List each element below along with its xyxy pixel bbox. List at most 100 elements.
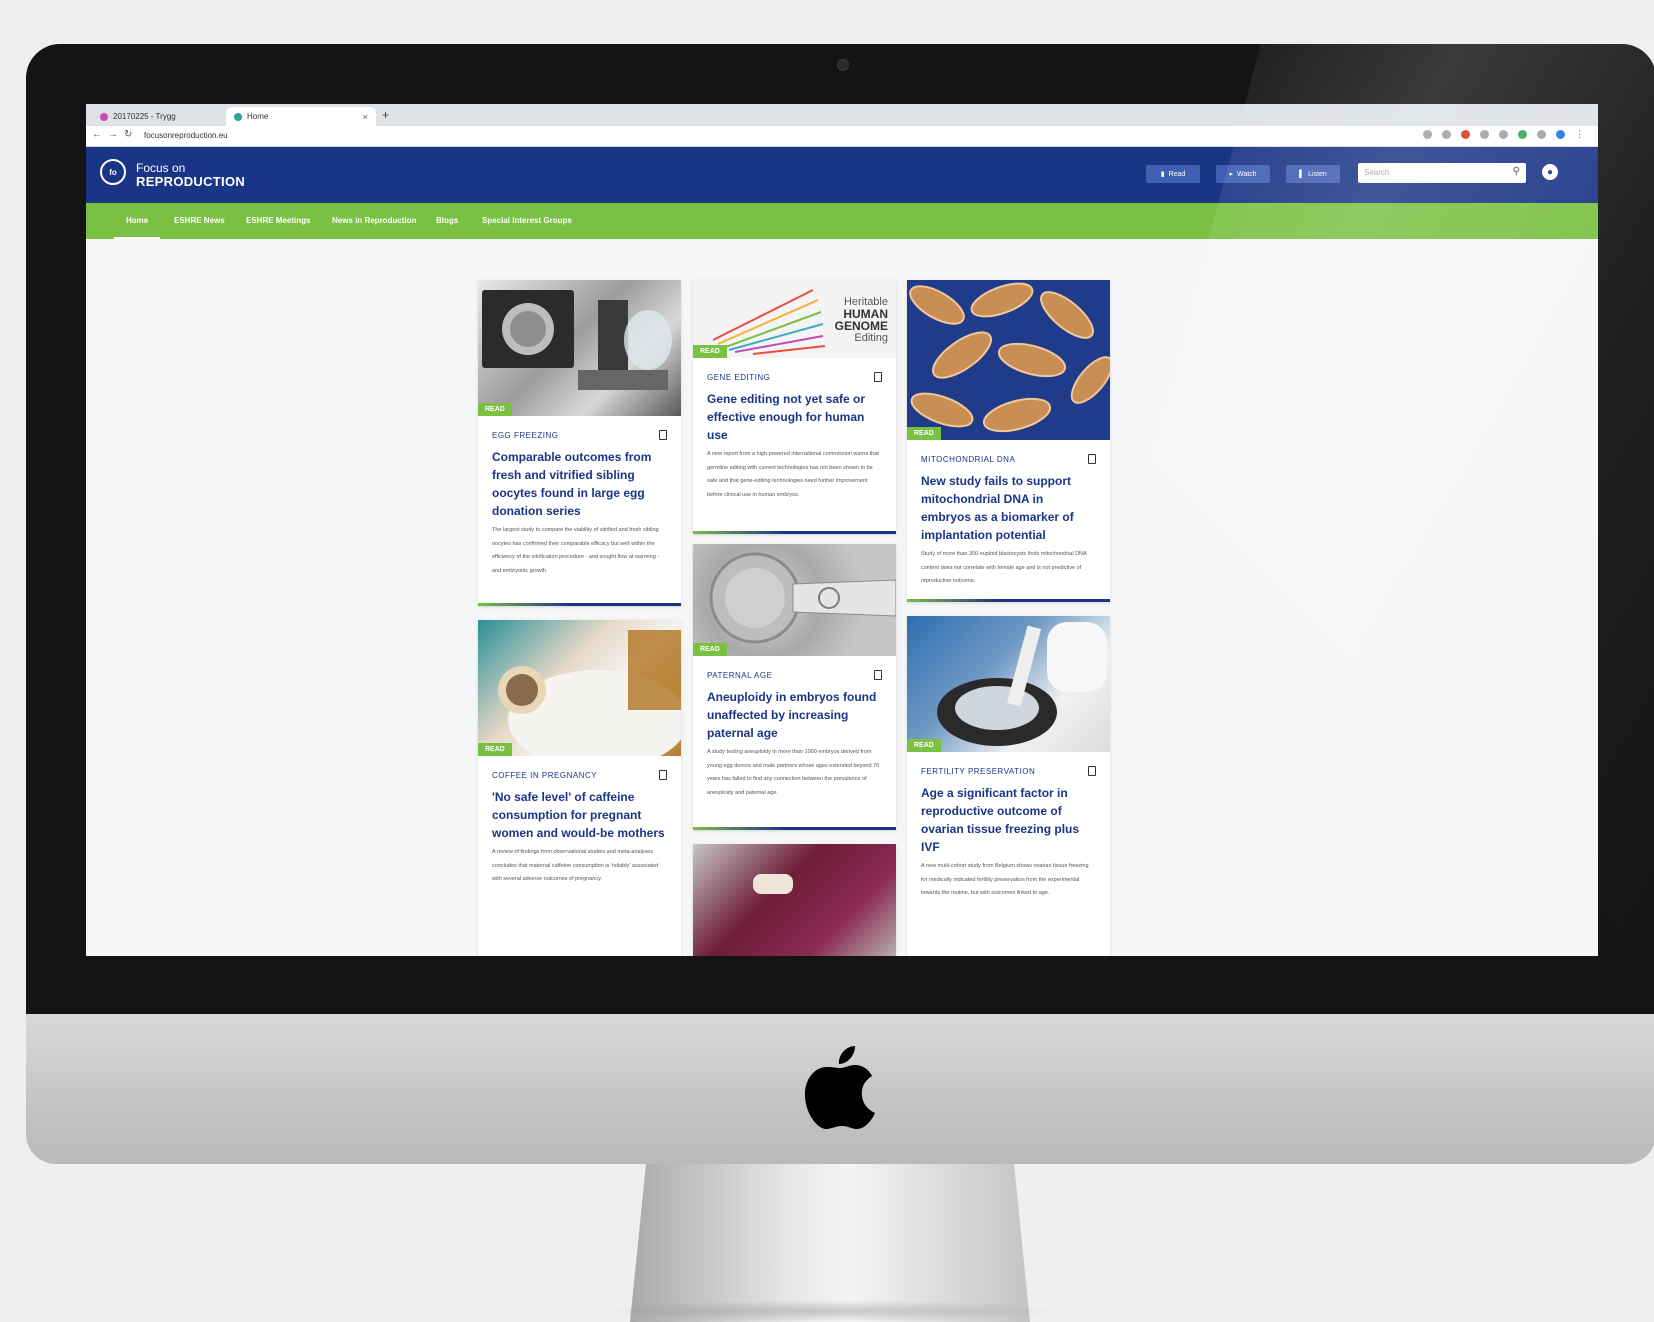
article-image[interactable]: Heritable HUMAN GENOME Editing READ	[693, 280, 896, 358]
logo-icon[interactable]: fo	[100, 159, 126, 185]
article-card[interactable]: READ FERTILITY PRESERVATION Age a signif…	[907, 616, 1110, 956]
nav-item-news-in-reproduction[interactable]: News in Reproduction	[332, 203, 416, 239]
card-title[interactable]: 'No safe level' of caffeine consumption …	[492, 788, 667, 842]
article-image[interactable]: READ	[907, 616, 1110, 752]
watch-button[interactable]: ▸ Watch	[1216, 165, 1270, 183]
card-category: COFFEE IN PREGNANCY	[492, 770, 667, 780]
extension-icon[interactable]	[1423, 130, 1432, 139]
site-header: fo Focus on REPRODUCTION ▮ Read ▸ Watch …	[86, 147, 1598, 203]
close-icon[interactable]: ×	[363, 112, 368, 122]
article-image[interactable]: READ	[907, 280, 1110, 440]
extension-icon[interactable]	[1537, 130, 1546, 139]
mitochondria-image	[909, 282, 1110, 433]
card-excerpt: A review of findings from observational …	[492, 849, 659, 882]
card-title[interactable]: Age a significant factor in reproductive…	[921, 784, 1096, 856]
read-badge: READ	[478, 403, 512, 416]
nav-item-home[interactable]: Home	[113, 203, 161, 239]
read-badge: READ	[907, 739, 941, 752]
card-category: MITOCHONDRIAL DNA	[921, 454, 1096, 464]
browser-tab-bar: 20170225 - Trygg × Home × +	[86, 104, 1598, 126]
profile-icon[interactable]	[1556, 130, 1565, 139]
url-field[interactable]: focusonreproduction.eu	[144, 129, 1344, 143]
embryo-image	[709, 552, 896, 644]
forward-icon[interactable]: →	[108, 129, 118, 140]
bookmark-icon[interactable]	[1088, 454, 1096, 464]
article-card[interactable]: READ MITOCHONDRIAL DNA New study fails t…	[907, 280, 1110, 602]
article-image[interactable]	[693, 844, 896, 956]
back-icon[interactable]: ←	[92, 129, 102, 140]
search-input[interactable]: Search ⚲	[1358, 163, 1526, 183]
new-tab-icon[interactable]: +	[382, 108, 389, 122]
card-category: FERTILITY PRESERVATION	[921, 766, 1096, 776]
extension-icons: ⋮	[1423, 130, 1584, 139]
bookmark-icon[interactable]	[659, 430, 667, 440]
screen: 20170225 - Trygg × Home × + ← → ↻ focuso…	[86, 104, 1598, 956]
read-badge: READ	[478, 743, 512, 756]
image-text: GENOME	[834, 319, 888, 333]
address-bar: ← → ↻ focusonreproduction.eu ⋮	[86, 126, 1598, 147]
microphone-icon: ▌	[1299, 170, 1305, 178]
read-badge: READ	[907, 427, 941, 440]
document-icon: ▮	[1160, 171, 1165, 178]
logo-text[interactable]: REPRODUCTION	[136, 174, 245, 189]
read-button[interactable]: ▮ Read	[1146, 165, 1200, 183]
menu-icon[interactable]: ⋮	[1575, 130, 1584, 139]
microscope-image	[482, 290, 672, 390]
pregnancy-coffee-image	[498, 630, 681, 770]
card-excerpt: The largest study to compare the viabili…	[492, 527, 660, 574]
extension-icon[interactable]	[1518, 130, 1527, 139]
extension-icon[interactable]	[1461, 130, 1470, 139]
favicon-icon	[100, 112, 108, 121]
logo-text[interactable]: Focus on	[136, 161, 185, 175]
bookmark-icon[interactable]	[1088, 766, 1096, 776]
read-label: Read	[1168, 170, 1186, 178]
category-label: EGG FREEZING	[492, 430, 559, 440]
article-card[interactable]: READ COFFEE IN PREGNANCY 'No safe level'…	[478, 620, 681, 956]
card-category: PATERNAL AGE	[707, 670, 882, 680]
nav-item-eshre-meetings[interactable]: ESHRE Meetings	[246, 203, 310, 239]
category-label: GENE EDITING	[707, 372, 771, 382]
tab-label: Home	[247, 112, 269, 121]
extension-icon[interactable]	[1499, 130, 1508, 139]
card-title[interactable]: Gene editing not yet safe or effective e…	[707, 390, 882, 444]
user-account-icon[interactable]: ●	[1542, 164, 1558, 180]
nav-item-blogs[interactable]: Blogs	[436, 203, 458, 239]
search-icon[interactable]: ⚲	[1513, 166, 1520, 177]
card-title[interactable]: Aneuploidy in embryos found unaffected b…	[707, 688, 882, 742]
listen-label: Listen	[1308, 170, 1327, 178]
category-label: PATERNAL AGE	[707, 670, 773, 680]
extension-icon[interactable]	[1480, 130, 1489, 139]
article-card[interactable]: READ EGG FREEZING Comparable outcomes fr…	[478, 280, 681, 606]
main-nav: Home ESHRE News ESHRE Meetings News in R…	[86, 203, 1598, 239]
category-label: COFFEE IN PREGNANCY	[492, 770, 598, 780]
card-underline	[478, 603, 681, 606]
bookmark-icon[interactable]	[659, 770, 667, 780]
star-icon[interactable]	[1442, 130, 1451, 139]
bookmark-icon[interactable]	[874, 372, 882, 382]
cryopreservation-image	[937, 622, 1107, 746]
card-title[interactable]: Comparable outcomes from fresh and vitri…	[492, 448, 667, 520]
browser-tab[interactable]: 20170225 - Trygg ×	[92, 107, 242, 126]
nav-item-special-interest-groups[interactable]: Special Interest Groups	[482, 203, 572, 239]
category-label: FERTILITY PRESERVATION	[921, 766, 1036, 776]
image-caption: Heritable HUMAN GENOME Editing	[835, 296, 888, 344]
nav-item-eshre-news[interactable]: ESHRE News	[174, 203, 225, 239]
article-image[interactable]: READ	[478, 620, 681, 770]
bookmark-icon[interactable]	[874, 670, 882, 680]
reload-icon[interactable]: ↻	[124, 129, 132, 140]
article-card[interactable]: READ PATERNAL AGE Aneuploidy in embryos …	[693, 544, 896, 830]
listen-button[interactable]: ▌ Listen	[1286, 165, 1340, 183]
article-card[interactable]: Heritable HUMAN GENOME Editing READ GENE…	[693, 280, 896, 534]
article-image[interactable]: READ	[693, 544, 896, 656]
article-card[interactable]	[693, 844, 896, 956]
card-title[interactable]: New study fails to support mitochondrial…	[921, 472, 1096, 544]
card-underline	[693, 531, 896, 534]
card-excerpt: A new multi-cohort study from Belgium sh…	[921, 863, 1089, 896]
browser-tab-active[interactable]: Home ×	[226, 107, 376, 126]
article-grid: READ EGG FREEZING Comparable outcomes fr…	[86, 239, 1598, 956]
watch-label: Watch	[1236, 170, 1257, 178]
article-image[interactable]: READ	[478, 280, 681, 416]
favicon-icon	[234, 112, 242, 121]
card-excerpt: A new report from a high-powered interna…	[707, 451, 879, 498]
read-badge: READ	[693, 345, 727, 358]
